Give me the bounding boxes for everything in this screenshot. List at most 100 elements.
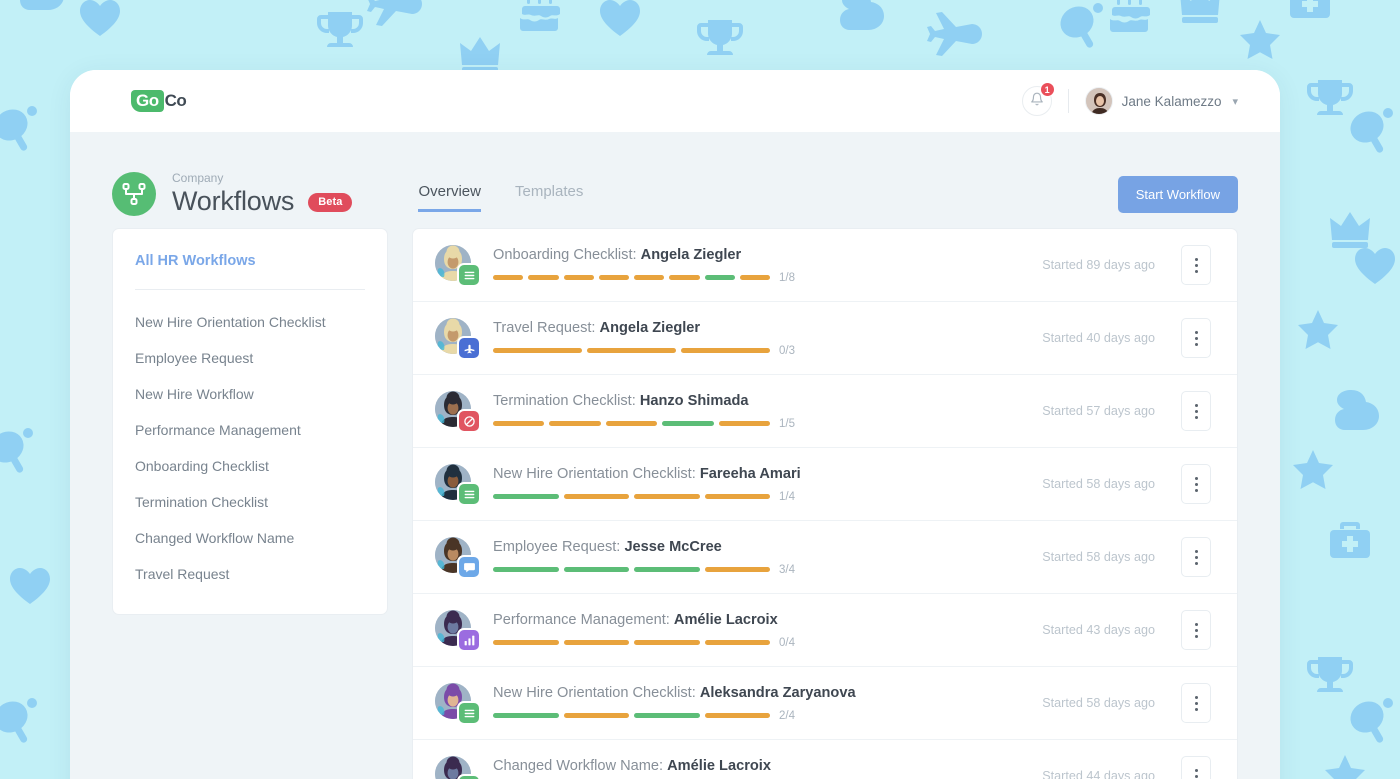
started-timestamp: Started 58 days ago <box>1042 550 1155 564</box>
row-content: New Hire Orientation Checklist: Aleksand… <box>493 685 991 722</box>
progress-segment <box>598 275 629 280</box>
kebab-menu-icon[interactable] <box>1181 464 1211 504</box>
progress-count: 0/4 <box>779 636 795 649</box>
sidebar-item[interactable]: Performance Management <box>113 412 387 448</box>
workflow-icon <box>112 172 156 216</box>
workflow-row[interactable]: Performance Management: Amélie Lacroix 0/… <box>413 594 1237 667</box>
bar-chart-icon <box>457 628 481 652</box>
sidebar-item[interactable]: Onboarding Checklist <box>113 448 387 484</box>
row-avatar-group <box>435 756 481 779</box>
workflow-row[interactable]: Travel Request: Angela Ziegler 0/3 Started… <box>413 302 1237 375</box>
row-content: New Hire Orientation Checklist: Fareeha … <box>493 466 991 503</box>
topbar-divider <box>1067 89 1069 113</box>
progress-segments <box>493 348 770 353</box>
workflow-row[interactable]: New Hire Orientation Checklist: Fareeha … <box>413 448 1237 521</box>
started-timestamp: Started 58 days ago <box>1042 477 1155 491</box>
workflow-person-name: Aleksandra Zaryanova <box>699 684 856 701</box>
row-content: Performance Management: Amélie Lacroix 0/… <box>493 612 991 649</box>
kebab-menu-icon[interactable] <box>1181 245 1211 285</box>
kebab-menu-icon[interactable] <box>1181 683 1211 723</box>
sidebar-item-all-hr-workflows[interactable]: All HR Workflows <box>113 253 387 269</box>
progress-segment <box>704 275 735 280</box>
workflow-person-name: Jesse McCree <box>624 538 722 555</box>
progress-line: 0/4 <box>493 637 991 649</box>
workflow-row[interactable]: Termination Checklist: Hanzo Shimada 1/5 S… <box>413 375 1237 448</box>
progress-line: 3/4 <box>493 564 991 576</box>
kebab-menu-icon[interactable] <box>1181 318 1211 358</box>
progress-segment <box>704 494 770 499</box>
workflow-type-label: Changed Workflow Name: <box>493 757 664 774</box>
content-columns: All HR Workflows New Hire Orientation Ch… <box>70 228 1280 779</box>
top-navigation-bar: Go Co 1 Jane Kalamezzo ▾ <box>70 70 1280 132</box>
progress-segment <box>563 640 629 645</box>
kebab-menu-icon[interactable] <box>1181 610 1211 650</box>
start-workflow-button[interactable]: Start Workflow <box>1117 175 1238 213</box>
workflow-type-label: Onboarding Checklist: <box>493 246 637 263</box>
row-content: Onboarding Checklist: Angela Ziegler 1/8 <box>493 247 991 284</box>
workflow-row[interactable]: Employee Request: Jesse McCree 3/4 Started… <box>413 521 1237 594</box>
workflow-person-name: Amélie Lacroix <box>673 611 778 628</box>
progress-segment <box>634 713 700 718</box>
tab-overview[interactable]: Overview <box>418 183 481 212</box>
progress-segment <box>563 567 629 572</box>
progress-segment <box>587 348 676 353</box>
workflow-title: Performance Management: Amélie Lacroix <box>493 612 991 628</box>
progress-segment <box>493 421 545 426</box>
avatar <box>1084 87 1113 115</box>
sidebar-item[interactable]: Changed Workflow Name <box>113 520 387 556</box>
workflow-type-label: New Hire Orientation Checklist: <box>493 465 696 482</box>
row-avatar-group <box>435 318 481 360</box>
goco-logo[interactable]: Go Co <box>131 89 187 113</box>
sidebar-item[interactable]: Termination Checklist <box>113 484 387 520</box>
row-avatar-group <box>435 464 481 506</box>
list-icon <box>457 701 481 725</box>
row-content: Travel Request: Angela Ziegler 0/3 <box>493 320 991 357</box>
workflow-person-name: Angela Ziegler <box>640 246 742 263</box>
chevron-down-icon: ▾ <box>1232 95 1238 108</box>
workflow-title: New Hire Orientation Checklist: Fareeha … <box>493 466 991 482</box>
sidebar-item[interactable]: New Hire Workflow <box>113 376 387 412</box>
workflow-type-label: Termination Checklist: <box>493 392 636 409</box>
sidebar-item-list: New Hire Orientation Checklist Employee R… <box>113 304 387 592</box>
chat-icon <box>457 555 481 579</box>
started-timestamp: Started 44 days ago <box>1042 769 1155 779</box>
progress-line: 1/4 <box>493 491 991 503</box>
workflow-filter-sidebar: All HR Workflows New Hire Orientation Ch… <box>112 228 388 615</box>
sidebar-divider <box>135 289 365 290</box>
progress-line: 2/4 <box>493 710 991 722</box>
sidebar-item[interactable]: Employee Request <box>113 340 387 376</box>
sidebar-item[interactable]: Travel Request <box>113 556 387 592</box>
progress-segment <box>669 275 700 280</box>
workflow-title: Changed Workflow Name: Amélie Lacroix <box>493 758 991 774</box>
row-avatar-group <box>435 683 481 725</box>
started-timestamp: Started 43 days ago <box>1042 623 1155 637</box>
breadcrumb: Company <box>172 171 224 186</box>
workflow-person-name: Fareeha Amari <box>699 465 801 482</box>
progress-count: 0/3 <box>779 344 795 357</box>
workflow-person-name: Angela Ziegler <box>599 319 701 336</box>
logo-mark: Go <box>131 89 164 113</box>
progress-segment <box>662 421 714 426</box>
workflow-row[interactable]: New Hire Orientation Checklist: Aleksand… <box>413 667 1237 740</box>
progress-segment <box>605 421 658 426</box>
progress-segments <box>493 640 770 645</box>
user-menu[interactable]: Jane Kalamezzo ▾ <box>1084 87 1238 115</box>
row-content: Changed Workflow Name: Amélie Lacroix0/4 <box>493 758 991 779</box>
airplane-icon <box>457 336 481 360</box>
kebab-menu-icon[interactable] <box>1181 756 1211 779</box>
workflow-row[interactable]: Onboarding Checklist: Angela Ziegler 1/8 S… <box>413 229 1237 302</box>
progress-segments <box>493 567 770 572</box>
kebab-menu-icon[interactable] <box>1181 537 1211 577</box>
workflow-type-label: Employee Request: <box>493 538 621 555</box>
tab-templates[interactable]: Templates <box>515 183 583 212</box>
progress-segment <box>704 713 770 718</box>
notifications-button[interactable]: 1 <box>1021 82 1055 116</box>
page-header: Company Workflows Beta Overview Template… <box>70 132 1280 228</box>
kebab-menu-icon[interactable] <box>1181 391 1211 431</box>
progress-line: 1/8 <box>493 272 991 284</box>
row-avatar-group <box>435 610 481 652</box>
workflow-title: Termination Checklist: Hanzo Shimada <box>493 393 991 409</box>
progress-segment <box>549 421 601 426</box>
workflow-row[interactable]: Changed Workflow Name: Amélie Lacroix0/4… <box>413 740 1237 779</box>
sidebar-item[interactable]: New Hire Orientation Checklist <box>113 304 387 340</box>
